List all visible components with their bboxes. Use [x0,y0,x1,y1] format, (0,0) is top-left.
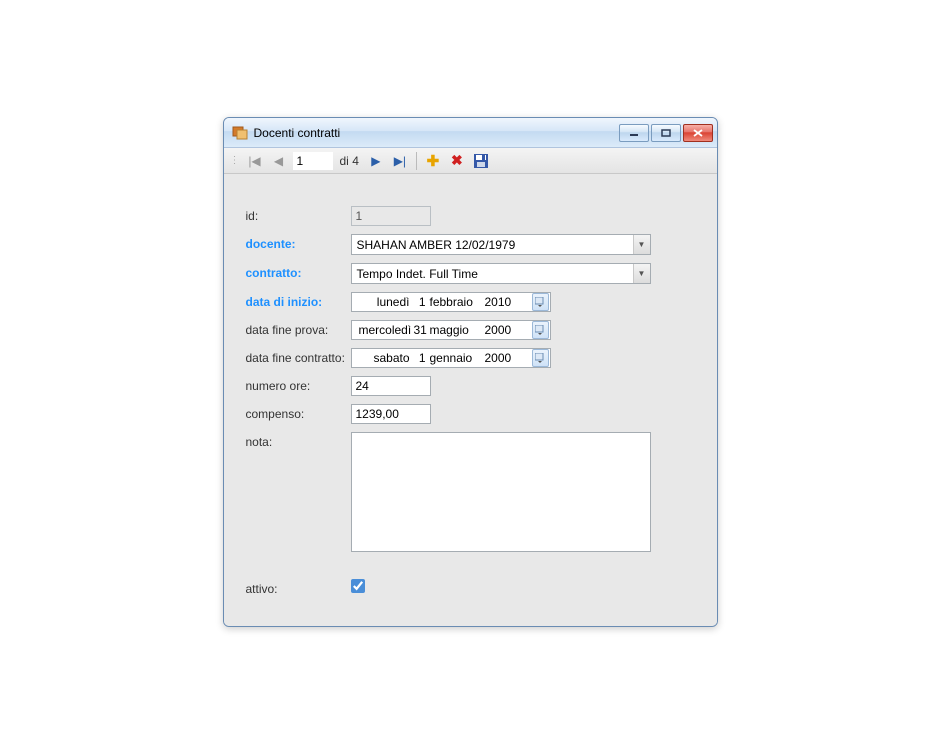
label-numero-ore: numero ore: [246,376,351,393]
nav-prev-button[interactable]: ◀ [269,151,289,171]
app-icon [232,125,248,141]
maximize-button[interactable] [651,124,681,142]
minimize-button[interactable] [619,124,649,142]
data-fine-prova-datepicker[interactable]: mercoledì 31 maggio 2000 [351,320,551,340]
toolbar-separator [416,152,417,170]
label-data-fine-prova: data fine prova: [246,320,351,337]
nota-textarea[interactable] [351,432,651,552]
attivo-checkbox[interactable] [351,579,365,593]
label-compenso: compenso: [246,404,351,421]
nav-position-input[interactable] [293,152,333,170]
contratto-value: Tempo Indet. Full Time [357,267,633,281]
data-fine-contratto-datepicker[interactable]: sabato 1 gennaio 2000 [351,348,551,368]
data-inizio-datepicker[interactable]: lunedì 1 febbraio 2010 [351,292,551,312]
label-data-fine-contratto: data fine contratto: [246,348,351,365]
nav-count-label: di 4 [337,154,362,168]
window: Docenti contratti ⋮ |◀ ◀ di 4 ▶ ▶| ✚ ✖ [223,117,718,627]
titlebar[interactable]: Docenti contratti [224,118,717,148]
calendar-dropdown-icon[interactable] [532,293,549,311]
save-record-button[interactable] [471,151,491,171]
nav-next-button[interactable]: ▶ [366,151,386,171]
label-id: id: [246,206,351,223]
label-docente: docente: [246,234,351,251]
form-content: id: docente: SHAHAN AMBER 12/02/1979 ▼ c… [224,174,717,626]
navigator-toolbar: ⋮ |◀ ◀ di 4 ▶ ▶| ✚ ✖ [224,148,717,174]
id-field [351,206,431,226]
label-data-di-inizio: data di inizio: [246,292,351,309]
label-attivo: attivo: [246,579,351,596]
label-contratto: contratto: [246,263,351,280]
calendar-dropdown-icon[interactable] [532,321,549,339]
toolbar-grip-icon: ⋮ [230,155,239,166]
close-button[interactable] [683,124,713,142]
chevron-down-icon: ▼ [633,264,650,283]
label-nota: nota: [246,432,351,449]
docente-dropdown[interactable]: SHAHAN AMBER 12/02/1979 ▼ [351,234,651,255]
window-title: Docenti contratti [254,126,619,140]
add-record-button[interactable]: ✚ [423,151,443,171]
delete-record-button[interactable]: ✖ [447,151,467,171]
nav-last-button[interactable]: ▶| [390,151,410,171]
chevron-down-icon: ▼ [633,235,650,254]
compenso-field[interactable] [351,404,431,424]
nav-first-button[interactable]: |◀ [245,151,265,171]
numero-ore-field[interactable] [351,376,431,396]
contratto-dropdown[interactable]: Tempo Indet. Full Time ▼ [351,263,651,284]
docente-value: SHAHAN AMBER 12/02/1979 [357,238,633,252]
calendar-dropdown-icon[interactable] [532,349,549,367]
